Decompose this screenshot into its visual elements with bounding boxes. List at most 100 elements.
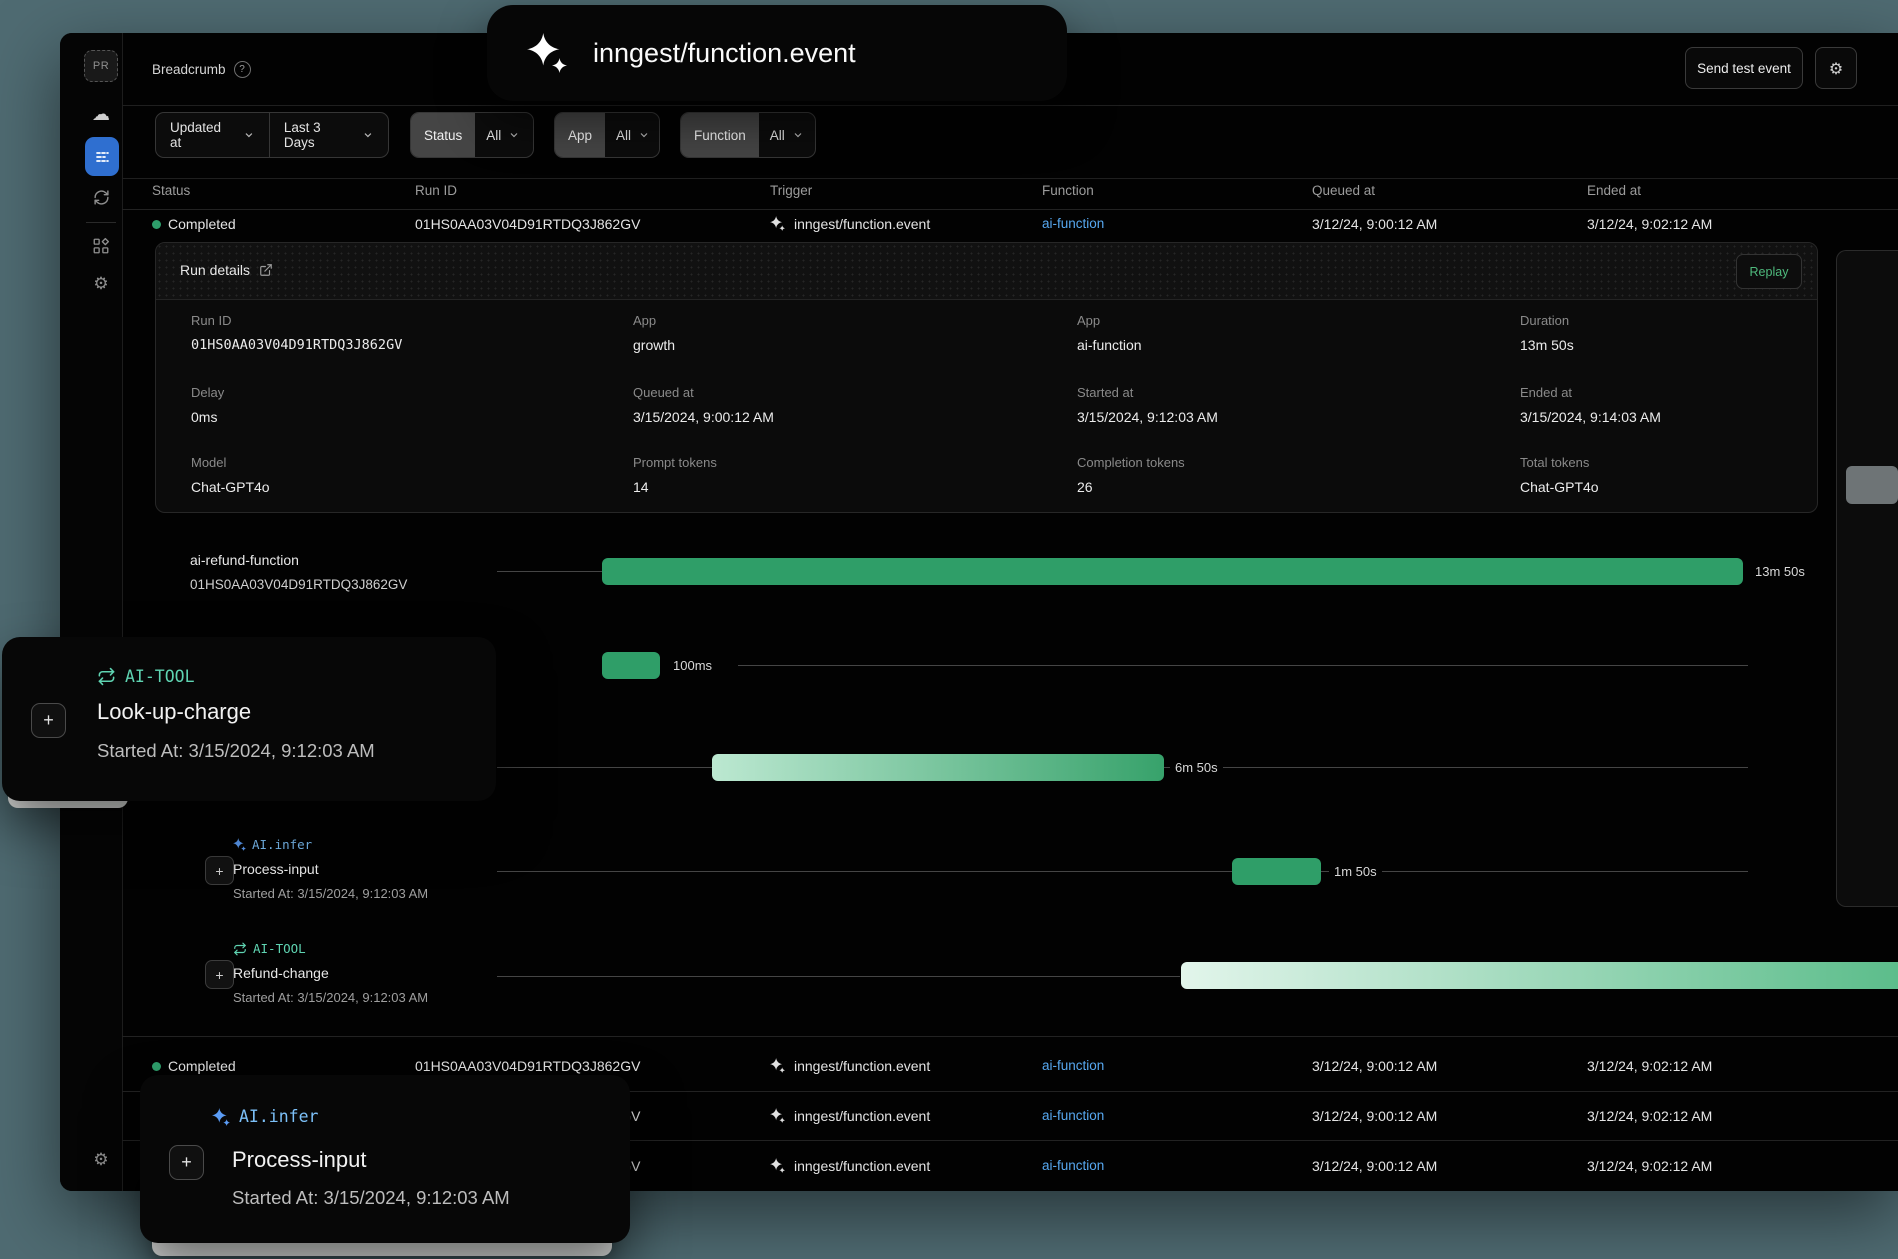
timeline-track [497,571,602,572]
sort-dropdown[interactable]: Updated at [156,113,269,157]
step-started-at: Started At: 3/15/2024, 9:12:03 AM [233,990,428,1005]
field-label: App [1077,313,1100,328]
app-window: PR ☁ ⚙ ⚙ [60,33,1898,1191]
bar-duration-label: 100ms [668,658,717,673]
collapsed-side-panel[interactable] [1836,250,1898,907]
field-label: Started at [1077,385,1133,400]
breadcrumb-label: Breadcrumb [152,62,226,77]
timeline-track [497,871,1748,872]
settings-gear-button[interactable]: ⚙ [1815,47,1857,89]
timeline-root-name: ai-refund-function [190,552,299,568]
replay-button[interactable]: Replay [1736,254,1802,289]
function-filter-label: Function [681,113,759,157]
avatar[interactable]: PR [84,50,118,82]
field-value: 3/15/2024, 9:12:03 AM [1077,409,1218,425]
scrollbar-thumb[interactable] [1846,466,1898,504]
status-filter-value: All [486,128,501,143]
step-name: Look-up-charge [97,699,251,725]
row-trigger: inngest/function.event [794,1158,930,1174]
row-ended-at: 3/12/24, 9:02:12 AM [1587,216,1712,232]
status-filter[interactable]: Status All [410,112,534,158]
field-label: Prompt tokens [633,455,717,470]
sparkle-icon [527,33,567,73]
chevron-down-icon [243,129,255,141]
row-queued-at: 3/12/24, 9:00:12 AM [1312,1058,1437,1074]
field-label: Model [191,455,226,470]
field-value-app-link[interactable]: growth [633,337,675,353]
gear-icon[interactable]: ⚙ [83,269,119,299]
status-dot [152,1062,161,1071]
field-value: 3/15/2024, 9:14:03 AM [1520,409,1661,425]
tooltip-look-up-charge: + AI-TOOL Look-up-charge Started At: 3/1… [2,637,496,801]
expand-step-button[interactable]: + [169,1145,204,1180]
step-started-at: Started At: 3/15/2024, 9:12:03 AM [233,886,428,901]
range-dropdown[interactable]: Last 3 Days [270,113,388,157]
row-status: Completed [168,1058,236,1074]
expand-step-button[interactable]: + [31,703,66,738]
timeline-bar-step3[interactable] [1232,858,1321,885]
row-run-id: 01HS0AA03V04D91RTDQ3J862GV [415,216,640,232]
field-value: 26 [1077,479,1093,495]
external-link-icon[interactable] [259,263,273,277]
field-value: 0ms [191,409,217,425]
timeline-root-run-id: 01HS0AA03V04D91RTDQ3J862GV [190,577,407,592]
bar-duration-label: 13m 50s [1750,564,1810,579]
row-function-link[interactable]: ai-function [1042,216,1104,231]
step-tag: AI.infer [212,1107,318,1126]
screen: PR ☁ ⚙ ⚙ [0,0,1898,1259]
timeline-bar-step4[interactable] [1181,962,1898,989]
timeline-bar-step1[interactable] [602,652,660,679]
field-value: 3/15/2024, 9:00:12 AM [633,409,774,425]
row-function-link[interactable]: ai-function [1042,1158,1104,1173]
row-function-link[interactable]: ai-function [1042,1058,1104,1073]
sparkle-icon [770,1158,785,1173]
breadcrumb: Breadcrumb ? [152,61,251,78]
timeline-bar-root[interactable] [602,558,1743,585]
field-label: Duration [1520,313,1569,328]
expand-step-button[interactable]: + [205,856,234,885]
timeline-bar-step2[interactable] [712,754,1164,781]
expand-step-button[interactable]: + [205,960,234,989]
field-value-run-id: 01HS0AA03V04D91RTDQ3J862GV [191,337,402,353]
chevron-down-icon [638,129,650,141]
col-queued-at: Queued at [1312,183,1375,198]
repeat-icon [233,942,247,956]
function-filter[interactable]: Function All [680,112,816,158]
col-run-id: Run ID [415,183,457,198]
sort-range-filter: Updated at Last 3 Days [155,112,389,158]
row-trigger: inngest/function.event [794,1058,930,1074]
row-function-link[interactable]: ai-function [1042,1108,1104,1123]
field-value-app-link[interactable]: ai-function [1077,337,1142,353]
sparkle-icon [233,838,246,851]
run-details-title: Run details [180,262,273,278]
status-filter-label: Status [411,113,475,157]
step-tag: AI-TOOL [233,941,306,956]
event-pill: inngest/function.event [487,5,1067,101]
send-test-event-button[interactable]: Send test event [1685,47,1803,89]
chevron-down-icon [362,129,374,141]
field-value: 13m 50s [1520,337,1574,353]
field-value: Chat-GPT4o [1520,479,1599,495]
app-filter-value: All [616,128,631,143]
col-ended-at: Ended at [1587,183,1641,198]
step-started-at: Started At: 3/15/2024, 9:12:03 AM [97,740,375,762]
sidebar-item-runs[interactable] [85,137,119,176]
table-row[interactable]: Completed 01HS0AA03V04D91RTDQ3J862GV inn… [60,203,1898,245]
app-filter[interactable]: App All [554,112,660,158]
help-icon[interactable]: ? [234,61,251,78]
field-label: Queued at [633,385,694,400]
step-tag: AI.infer [233,837,312,852]
bar-duration-label: 1m 50s [1329,864,1382,879]
chevron-down-icon [792,129,804,141]
row-trigger: inngest/function.event [794,216,930,232]
chevron-down-icon [508,129,520,141]
sparkle-icon [770,216,785,231]
function-filter-value: All [770,128,785,143]
filterbar-divider [122,178,1898,179]
bar-duration-label: 6m 50s [1170,760,1223,775]
field-label: Run ID [191,313,231,328]
step-name: Process-input [233,861,319,877]
cloud-icon[interactable]: ☁ [83,99,119,129]
row-queued-at: 3/12/24, 9:00:12 AM [1312,1158,1437,1174]
field-value: Chat-GPT4o [191,479,270,495]
